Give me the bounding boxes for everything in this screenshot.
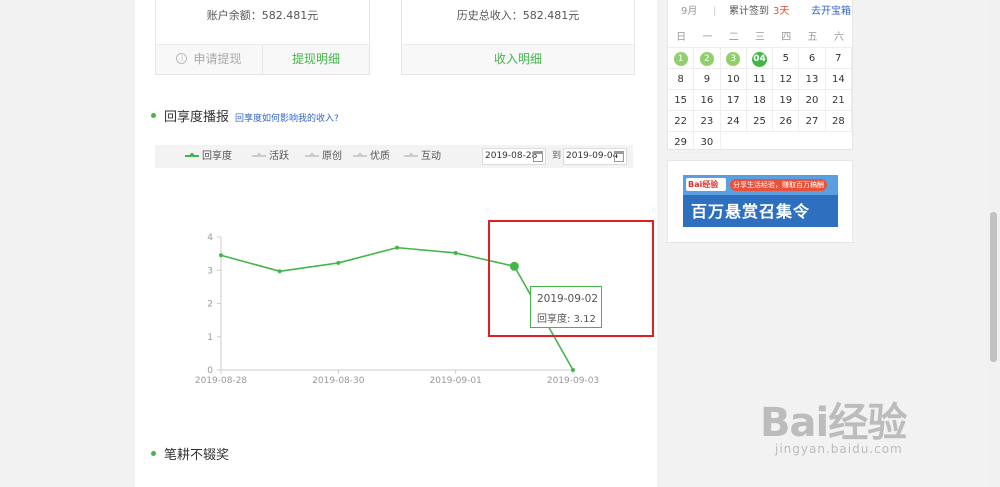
watermark-brand: Bai经验 (760, 400, 907, 446)
calendar-day[interactable]: 11 (746, 69, 774, 90)
x-tick-label: 2019-08-30 (312, 376, 365, 386)
header-divider: | (713, 6, 717, 17)
y-tick-label: 0 (207, 366, 213, 376)
calendar-day[interactable]: 7 (825, 48, 852, 69)
data-point (219, 253, 223, 258)
ad-tag: 分享生活经验，赚取百万稿酬 (730, 179, 827, 191)
week-row: 8 9 10 11 12 13 14 (668, 69, 852, 90)
calendar-day[interactable]: 6 (799, 48, 826, 69)
sign-label: 累计签到 (729, 6, 769, 17)
calendar-day[interactable]: 18 (746, 90, 774, 111)
calendar-day (799, 132, 825, 153)
calendar-day[interactable]: 13 (799, 69, 826, 90)
y-tick-label: 1 (207, 333, 213, 343)
calendar-day[interactable]: 28 (825, 111, 852, 132)
calendar-day[interactable]: 20 (799, 90, 826, 111)
calendar-day[interactable]: 23 (694, 111, 721, 132)
calendar-day[interactable]: 15 (668, 90, 695, 111)
ad-logo: Bai经验 (686, 178, 726, 191)
weekday-label: 五 (799, 27, 826, 48)
calendar-day[interactable]: 2 (694, 48, 721, 69)
data-point (453, 250, 458, 255)
weekday-label: 二 (720, 27, 747, 48)
calendar-day[interactable]: 16 (694, 90, 721, 111)
calendar-day[interactable]: 3 (720, 48, 747, 69)
calendar-day[interactable]: 1 (668, 48, 695, 69)
ad-banner[interactable]: Bai经验 分享生活经验，赚取百万稿酬 百万悬赏召集令 (683, 175, 838, 227)
calendar-grid: 日一二三四五六 1 2 3 04 5 6 7 8 9 10 11 12 13 14 15 16 17 18 19 20 2… (668, 27, 852, 153)
week-row: 1 2 3 04 5 6 7 (668, 48, 852, 69)
calendar-month: 9月 (681, 6, 698, 17)
week-row: 29 30 (668, 132, 852, 153)
signed-day-marker: 1 (673, 52, 688, 66)
data-point (277, 269, 282, 274)
weekday-label: 一 (694, 27, 721, 48)
scrollbar[interactable] (987, 0, 1000, 487)
calendar-day[interactable]: 9 (694, 69, 721, 90)
baidu-watermark: Bai经验 jingyan.baidu.com (755, 380, 955, 475)
calendar-day[interactable]: 22 (668, 111, 695, 132)
calendar-day[interactable]: 8 (668, 69, 695, 90)
calendar-day[interactable]: 30 (694, 132, 721, 153)
calendar-day[interactable]: 29 (668, 132, 695, 153)
calendar-day[interactable]: 14 (825, 69, 852, 90)
open-treasure-link[interactable]: 去开宝箱 (811, 0, 851, 24)
calendar-day (721, 132, 747, 153)
calendar-day (773, 132, 799, 153)
sign-in-calendar: 9月 | 累计签到 3天 去开宝箱 日一二三四五六 1 2 3 04 5 6 7 8 9 10 11 1… (667, 0, 853, 153)
calendar-day[interactable]: 04 (746, 48, 774, 69)
calendar-day[interactable]: 10 (720, 69, 747, 90)
calendar-day[interactable]: 26 (773, 111, 800, 132)
y-tick-label: 3 (207, 266, 213, 276)
x-tick-label: 2019-08-28 (195, 376, 248, 386)
data-point (336, 260, 341, 265)
watermark-url: jingyan.baidu.com (775, 442, 903, 456)
weekday-row: 日一二三四五六 (668, 27, 852, 48)
calendar-day[interactable]: 17 (720, 90, 747, 111)
x-tick-label: 2019-09-03 (547, 376, 599, 386)
ad-card: Bai经验 分享生活经验，赚取百万稿酬 百万悬赏召集令 (667, 160, 853, 243)
today-marker: 04 (751, 52, 767, 67)
calendar-day[interactable]: 5 (773, 48, 800, 69)
calendar-day[interactable]: 24 (720, 111, 747, 132)
ad-headline: 百万悬赏召集令 (691, 202, 811, 221)
sign-days: 3天 (773, 6, 790, 17)
calendar-day[interactable]: 19 (773, 90, 800, 111)
scrollbar-thumb[interactable] (990, 212, 997, 362)
data-point (395, 245, 399, 250)
x-tick-label: 2019-09-01 (430, 376, 482, 386)
data-point (571, 368, 575, 372)
y-tick-label: 4 (207, 233, 213, 243)
y-tick-label: 2 (207, 300, 213, 310)
week-row: 22 23 24 25 26 27 28 (668, 111, 852, 132)
weekday-label: 四 (773, 27, 800, 48)
calendar-header: 9月 | 累计签到 3天 去开宝箱 (668, 0, 852, 24)
weekday-label: 六 (825, 27, 852, 48)
calendar-day (826, 132, 852, 153)
signed-day-marker: 2 (699, 52, 714, 66)
calendar-day[interactable]: 25 (746, 111, 774, 132)
calendar-day[interactable]: 27 (799, 111, 826, 132)
week-row: 15 16 17 18 19 20 21 (668, 90, 852, 111)
weekday-label: 三 (746, 27, 774, 48)
calendar-day (747, 132, 773, 153)
signed-day-marker: 3 (726, 52, 741, 66)
weekday-label: 日 (668, 27, 695, 48)
calendar-day[interactable]: 21 (825, 90, 852, 111)
highlight-box (488, 220, 654, 337)
calendar-day[interactable]: 12 (773, 69, 800, 90)
